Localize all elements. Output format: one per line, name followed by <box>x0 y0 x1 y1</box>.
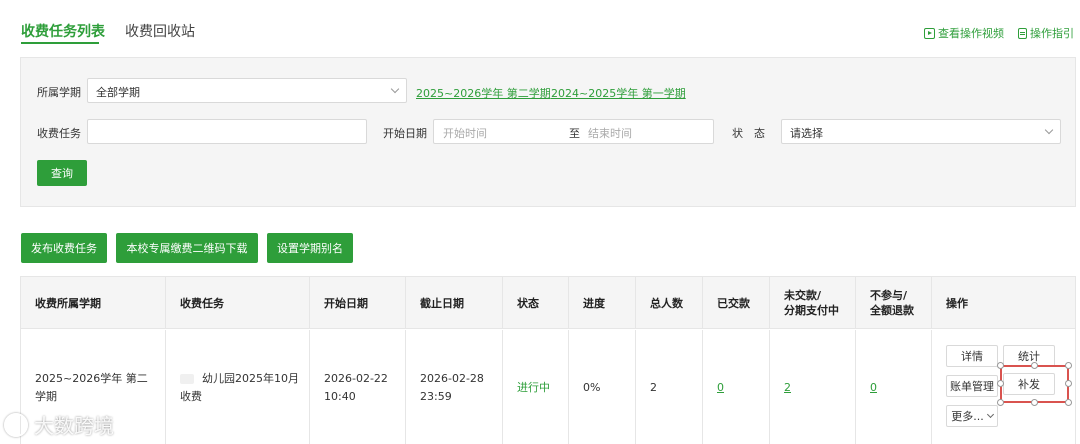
watermark: 大数跨境 <box>4 410 114 439</box>
bill-management-button[interactable]: 账单管理 <box>946 375 998 397</box>
resize-handle-top-right[interactable] <box>1065 362 1072 369</box>
resize-handle-bottom-left[interactable] <box>997 399 1004 406</box>
term-select-value: 全部学期 <box>96 86 140 99</box>
watermark-logo-icon <box>4 412 28 437</box>
start-date-label: 开始日期 <box>383 127 427 140</box>
col-header-task: 收费任务 <box>166 277 310 329</box>
active-tab-indicator <box>21 42 99 44</box>
cell-end-date: 2026-02-28 23:59 <box>406 330 503 444</box>
tab-fee-task-list[interactable]: 收费任务列表 <box>21 21 105 41</box>
col-header-total: 总人数 <box>636 277 703 329</box>
video-play-icon <box>924 27 935 39</box>
resize-handle-right[interactable] <box>1065 380 1072 387</box>
term-select[interactable]: 全部学期 <box>87 78 407 103</box>
cell-status: 进行中 <box>503 330 569 444</box>
col-header-status: 状态 <box>503 277 569 329</box>
col-header-unpaid: 未交款/ 分期支付中 <box>770 277 856 329</box>
task-input[interactable] <box>87 119 367 144</box>
term-link-2025-2026-second[interactable]: 2025~2026学年 第二学期 <box>416 85 551 101</box>
resize-handle-top-left[interactable] <box>997 362 1004 369</box>
task-label: 收费任务 <box>37 127 81 140</box>
term-link-2024-2025-first[interactable]: 2024~2025学年 第一学期 <box>551 85 686 101</box>
set-term-alias-button[interactable]: 设置学期别名 <box>267 233 353 263</box>
col-header-term: 收费所属学期 <box>21 277 166 329</box>
cell-task: 幼儿园2025年10月收费 <box>166 330 310 444</box>
download-qr-code-button[interactable]: 本校专属缴费二维码下载 <box>116 233 258 263</box>
status-select-value: 请选择 <box>790 127 823 140</box>
col-header-end: 截止日期 <box>406 277 503 329</box>
chevron-down-icon <box>986 410 994 419</box>
status-select[interactable]: 请选择 <box>781 119 1061 144</box>
cell-paid: 0 <box>703 330 770 444</box>
operation-guide-link[interactable]: 操作指引 <box>1018 25 1074 41</box>
cell-exempt: 0 <box>856 330 932 444</box>
more-dropdown-button[interactable]: 更多... <box>946 405 998 427</box>
chevron-down-icon <box>1044 125 1054 135</box>
cell-start-date: 2026-02-22 10:40 <box>310 330 406 444</box>
view-video-link[interactable]: 查看操作视频 <box>924 25 1004 41</box>
col-header-progress: 进度 <box>569 277 636 329</box>
watermark-text: 大数跨境 <box>34 414 114 438</box>
col-header-start: 开始日期 <box>310 277 406 329</box>
more-label: 更多... <box>951 410 984 423</box>
operation-guide-label: 操作指引 <box>1030 27 1074 40</box>
table-header: 收费所属学期 收费任务 开始日期 截止日期 状态 进度 总人数 已交款 未交款/… <box>21 277 1075 329</box>
exempt-count-link[interactable]: 0 <box>870 379 877 397</box>
col-header-actions: 操作 <box>946 296 968 310</box>
resize-handle-left[interactable] <box>997 380 1004 387</box>
cell-total: 2 <box>636 330 703 444</box>
chevron-down-icon <box>390 84 400 94</box>
cell-task-text: 幼儿园2025年10月收费 <box>180 372 299 403</box>
top-bar: 收费任务列表 收费回收站 查看操作视频 操作指引 <box>0 0 1080 58</box>
selection-highlight-box <box>1000 365 1069 403</box>
filter-panel: 所属学期 全部学期 2025~2026学年 第二学期 2024~2025学年 第… <box>20 57 1076 207</box>
start-time-placeholder: 开始时间 <box>443 127 487 140</box>
col-header-exempt: 不参与/ 全额退款 <box>856 277 932 329</box>
resize-handle-top[interactable] <box>1031 362 1038 369</box>
date-range-separator: 至 <box>569 127 580 140</box>
detail-button[interactable]: 详情 <box>946 345 998 367</box>
paid-count-link[interactable]: 0 <box>717 379 724 397</box>
date-range-picker[interactable]: 开始时间 至 结束时间 <box>433 119 714 144</box>
publish-fee-task-button[interactable]: 发布收费任务 <box>21 233 107 263</box>
document-icon <box>1018 27 1027 39</box>
term-label: 所属学期 <box>37 86 81 99</box>
col-header-paid: 已交款 <box>703 277 770 329</box>
cell-progress: 0% <box>569 330 636 444</box>
query-button[interactable]: 查询 <box>37 160 87 186</box>
end-time-placeholder: 结束时间 <box>588 127 632 140</box>
fee-task-table: 收费所属学期 收费任务 开始日期 截止日期 状态 进度 总人数 已交款 未交款/… <box>20 276 1076 444</box>
cell-unpaid: 2 <box>770 330 856 444</box>
tab-fee-recycle-bin[interactable]: 收费回收站 <box>125 21 195 41</box>
view-video-label: 查看操作视频 <box>938 27 1004 40</box>
stats-button[interactable]: 统计 <box>1003 345 1055 367</box>
unpaid-count-link[interactable]: 2 <box>784 379 791 397</box>
redacted-mark <box>180 374 194 384</box>
status-label: 状 态 <box>732 127 765 140</box>
resize-handle-bottom-right[interactable] <box>1065 399 1072 406</box>
resize-handle-bottom[interactable] <box>1031 399 1038 406</box>
